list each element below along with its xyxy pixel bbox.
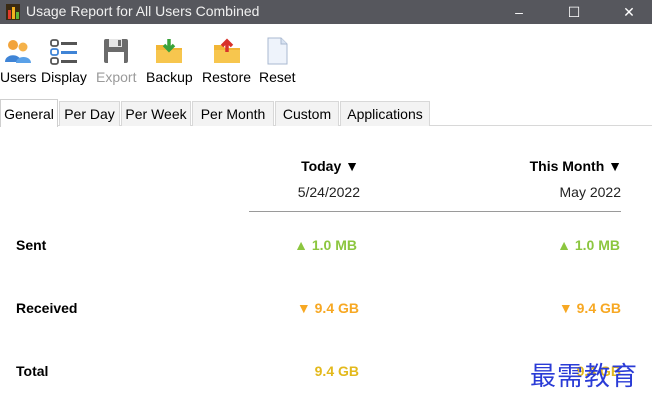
users-label: Users <box>0 69 37 85</box>
watermark: 最需教育 <box>530 362 639 392</box>
total-today-value: 9.4 GB <box>314 363 359 379</box>
folder-up-arrow-icon <box>213 38 240 63</box>
today-date: 5/24/2022 <box>297 184 360 200</box>
tab-per-month[interactable]: Per Month <box>192 101 274 126</box>
blank-document-icon <box>267 37 288 65</box>
sent-row-label: Sent <box>16 237 47 253</box>
minimize-icon: – <box>515 4 523 20</box>
sent-month-value: ▲ 1.0 MB <box>557 237 620 253</box>
received-row-label: Received <box>16 300 78 316</box>
title-bar: Usage Report for All Users Combined – ☐ … <box>0 0 652 24</box>
backup-label: Backup <box>146 69 193 85</box>
reset-button[interactable]: Reset <box>259 36 296 85</box>
minimize-button[interactable]: – <box>496 0 542 24</box>
export-label: Export <box>96 69 137 85</box>
header-divider <box>249 211 621 212</box>
floppy-disk-icon <box>104 39 129 63</box>
backup-button[interactable]: Backup <box>146 36 193 85</box>
sent-today-value: ▲ 1.0 MB <box>294 237 357 253</box>
total-row-label: Total <box>16 363 49 379</box>
folder-down-arrow-icon <box>156 39 183 63</box>
close-button[interactable]: ✕ <box>606 0 652 24</box>
display-label: Display <box>41 69 87 85</box>
tab-general[interactable]: General <box>0 99 58 127</box>
this-month-column-header[interactable]: This Month ▼ <box>530 158 622 174</box>
tab-applications[interactable]: Applications <box>340 101 430 126</box>
reset-label: Reset <box>259 69 296 85</box>
received-today-value: ▼ 9.4 GB <box>296 300 359 316</box>
tab-strip: General Per Day Per Week Per Month Custo… <box>0 99 652 127</box>
maximize-button[interactable]: ☐ <box>551 0 597 24</box>
received-month-value: ▼ 9.4 GB <box>558 300 621 316</box>
toolbar: Users Display Export Backup Restore Rese… <box>0 24 652 100</box>
restore-label: Restore <box>202 69 252 85</box>
today-column-header[interactable]: Today ▼ <box>301 158 359 174</box>
window-title: Usage Report for All Users Combined <box>26 3 260 19</box>
tab-custom[interactable]: Custom <box>275 101 339 126</box>
restore-button[interactable]: Restore <box>202 36 251 85</box>
export-button[interactable]: Export <box>96 36 136 85</box>
users-icon <box>5 40 32 63</box>
this-month-date: May 2022 <box>559 184 621 200</box>
app-bar-chart-icon <box>6 4 20 20</box>
close-icon: ✕ <box>623 3 635 20</box>
display-list-icon <box>50 39 77 65</box>
tab-per-day[interactable]: Per Day <box>59 101 120 126</box>
display-button[interactable]: Display <box>41 36 87 85</box>
users-button[interactable]: Users <box>0 36 37 85</box>
maximize-icon: ☐ <box>567 3 581 20</box>
tab-per-week[interactable]: Per Week <box>121 101 191 126</box>
